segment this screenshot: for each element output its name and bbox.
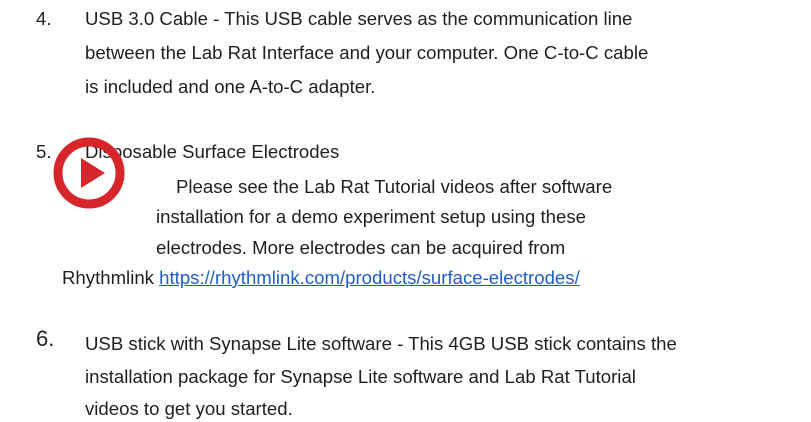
list-number: 4. — [36, 8, 52, 29]
item-4-line-1: USB 3.0 Cable - This USB cable serves as… — [85, 8, 633, 29]
item-5-line-3: electrodes. More electrodes can be acqui… — [156, 237, 566, 258]
item-4-line-3: is included and one A-to-C adapter. — [85, 76, 376, 97]
item-5-line-4: Rhythmlink https://rhythmlink.com/produc… — [62, 267, 580, 289]
rhythmlink-label: Rhythmlink — [62, 267, 154, 288]
list-number: 5. — [36, 141, 52, 162]
play-icon[interactable] — [52, 136, 126, 210]
list-number: 6. — [36, 326, 55, 351]
item-6-line-2: installation package for Synapse Lite so… — [85, 366, 636, 387]
rhythmlink-link[interactable]: https://rhythmlink.com/products/surface-… — [159, 267, 580, 288]
item-6-line-3: videos to get you started. — [85, 398, 293, 419]
item-6-line-1: USB stick with Synapse Lite software - T… — [85, 333, 677, 354]
item-4-line-2: between the Lab Rat Interface and your c… — [85, 42, 649, 63]
item-5-line-2: installation for a demo experiment setup… — [156, 206, 586, 227]
item-5-line-1: Please see the Lab Rat Tutorial videos a… — [176, 176, 613, 197]
